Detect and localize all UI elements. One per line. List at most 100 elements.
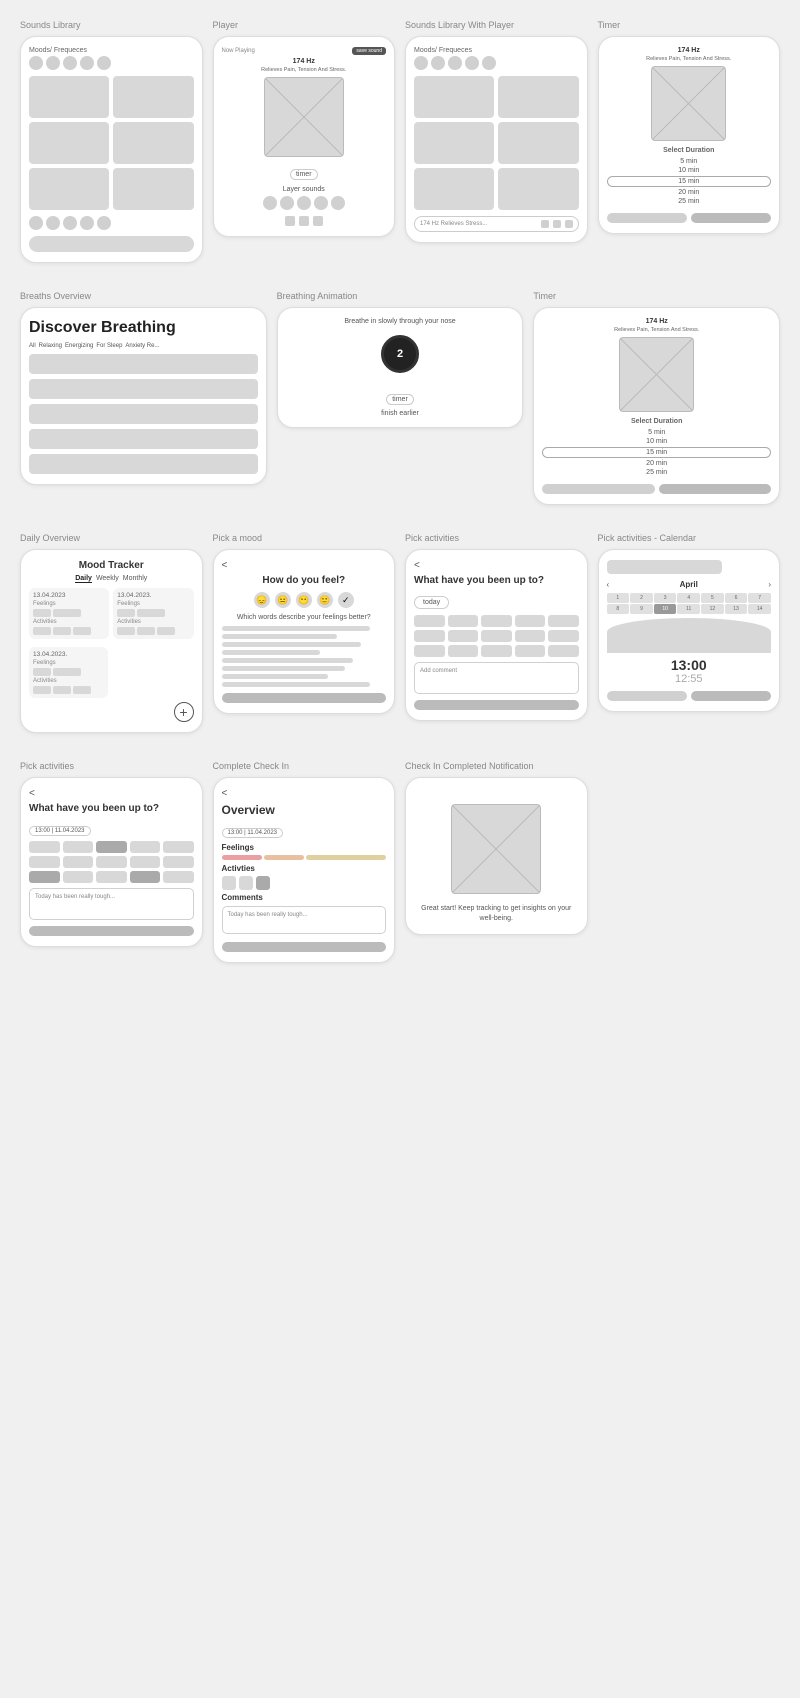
checkin-confirm-btn[interactable] [222,942,387,952]
filter-relaxing[interactable]: Relaxing [39,343,62,349]
act-2[interactable] [448,615,479,627]
act2-2[interactable] [63,841,94,853]
layer-c4[interactable] [314,196,328,210]
back-arrow-mood[interactable]: < [222,560,387,571]
back-arrow-act[interactable]: < [414,560,579,571]
ff-btn[interactable] [313,216,323,226]
emoji-1[interactable]: 😞 [254,592,270,608]
mood-c9[interactable] [80,216,94,230]
act-12[interactable] [448,645,479,657]
act2-10[interactable] [163,856,194,868]
tab-monthly[interactable]: Monthly [123,575,148,583]
act2-next-btn[interactable] [29,926,194,936]
cal-d8[interactable]: 8 [607,604,630,614]
sound2-item-5[interactable] [414,168,494,210]
mood-c5[interactable] [97,56,111,70]
filter-sleep[interactable]: For Sleep [96,343,122,349]
today-btn[interactable]: today [414,596,449,609]
act-4[interactable] [515,615,546,627]
mood-c10[interactable] [97,216,111,230]
cal-d10[interactable]: 10 [654,604,677,614]
timer-confirm-btn[interactable] [691,213,771,223]
act2-5[interactable] [163,841,194,853]
act-8[interactable] [481,630,512,642]
next-month-btn[interactable]: › [768,580,771,589]
dur-15min[interactable]: 15 min [607,176,772,187]
act2-13[interactable] [96,871,127,883]
finish-text[interactable]: finish earlier [286,410,515,417]
cal-d2[interactable]: 2 [630,593,653,603]
bar-pause-btn[interactable] [565,220,573,228]
sound-item-1[interactable] [29,76,109,118]
emoji-2[interactable]: 😐 [275,592,291,608]
tab-weekly[interactable]: Weekly [96,575,119,583]
dur-25min[interactable]: 25 min [607,198,772,205]
sound2-item-3[interactable] [414,122,494,164]
cal-d1[interactable]: 1 [607,593,630,603]
layer-c5[interactable] [331,196,345,210]
dur2-5min[interactable]: 5 min [542,429,771,436]
breath-item-1[interactable] [29,354,258,374]
timer2-confirm-btn[interactable] [659,484,771,494]
filter-all[interactable]: All [29,343,36,349]
dur-5min[interactable]: 5 min [607,158,772,165]
cal-d11[interactable]: 11 [677,604,700,614]
breath-item-2[interactable] [29,379,258,399]
anim-timer-btn[interactable]: timer [386,394,414,405]
act-11[interactable] [414,645,445,657]
cal-d4[interactable]: 4 [677,593,700,603]
tab-daily[interactable]: Daily [75,575,92,583]
act-3[interactable] [481,615,512,627]
dur-10min[interactable]: 10 min [607,167,772,174]
cal-d14[interactable]: 14 [748,604,771,614]
act-14[interactable] [515,645,546,657]
act2-11[interactable] [29,871,60,883]
cal-d13[interactable]: 13 [725,604,748,614]
back-arrow-checkin[interactable]: < [222,788,387,799]
breath-item-3[interactable] [29,404,258,424]
dur2-10min[interactable]: 10 min [542,438,771,445]
emoji-4[interactable]: 🙂 [317,592,333,608]
act2-15[interactable] [163,871,194,883]
back-arrow-act2[interactable]: < [29,788,194,799]
rewind-btn[interactable] [285,216,295,226]
mood-3c3[interactable] [448,56,462,70]
cal-d6[interactable]: 6 [725,593,748,603]
mood-c7[interactable] [46,216,60,230]
breath-item-4[interactable] [29,429,258,449]
dur2-20min[interactable]: 20 min [542,460,771,467]
cal-cancel-btn[interactable] [607,691,687,701]
act-10[interactable] [548,630,579,642]
act2-7[interactable] [63,856,94,868]
sound-item-6[interactable] [113,168,193,210]
timer-cancel-btn[interactable] [607,213,687,223]
sound-item-4[interactable] [113,122,193,164]
cal-d5[interactable]: 5 [701,593,724,603]
layer-c2[interactable] [280,196,294,210]
mood-3c4[interactable] [465,56,479,70]
emoji-5[interactable]: ✓ [338,592,354,608]
bar-ff-btn[interactable] [553,220,561,228]
act-1[interactable] [414,615,445,627]
play-btn[interactable] [299,216,309,226]
act-6[interactable] [414,630,445,642]
emoji-3[interactable]: 😶 [296,592,312,608]
sound-item-3[interactable] [29,122,109,164]
save-sound-btn[interactable]: save sound [352,47,386,55]
mood-3c5[interactable] [482,56,496,70]
cal-d3[interactable]: 3 [654,593,677,603]
sound-item-2[interactable] [113,76,193,118]
act2-3[interactable] [96,841,127,853]
sound2-item-6[interactable] [498,168,578,210]
dur2-25min[interactable]: 25 min [542,469,771,476]
act-7[interactable] [448,630,479,642]
dur2-15min[interactable]: 15 min [542,447,771,458]
mood-c8[interactable] [63,216,77,230]
prev-month-btn[interactable]: ‹ [607,580,610,589]
sound-item-5[interactable] [29,168,109,210]
bar-play-btn[interactable] [541,220,549,228]
cal-d7[interactable]: 7 [748,593,771,603]
timer2-cancel-btn[interactable] [542,484,654,494]
act-13[interactable] [481,645,512,657]
act2-12[interactable] [63,871,94,883]
